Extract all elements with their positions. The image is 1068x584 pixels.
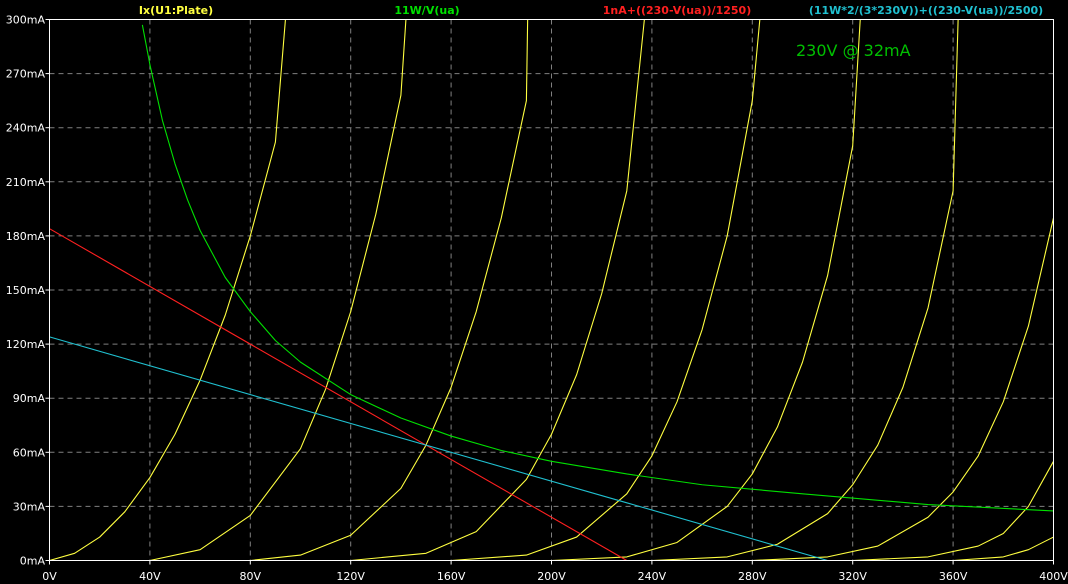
grid-lines (49, 19, 1054, 561)
x-tick-label: 40V (139, 570, 161, 583)
x-tick-label: 160V (437, 570, 466, 583)
x-tick-label: 400V (1039, 570, 1068, 583)
legend-label: 1nA+((230-V(ua))/1250) (603, 4, 752, 17)
y-tick-label: 180mA (6, 230, 46, 243)
series-line-11 (49, 228, 628, 561)
x-tick-label: 200V (537, 570, 566, 583)
y-tick-label: 210mA (6, 176, 46, 189)
y-tick-label: 0mA (20, 555, 46, 568)
y-tick-label: 270mA (6, 68, 46, 81)
x-tick-label: 80V (240, 570, 262, 583)
x-tick-label: 320V (838, 570, 867, 583)
series-line-4 (451, 19, 761, 562)
y-tick-label: 90mA (13, 392, 46, 405)
y-tick-label: 120mA (6, 338, 46, 351)
legend-label: (11W*2/(3*230V))+((230-V(ua))/2500) (809, 4, 1043, 17)
y-tick-label: 60mA (13, 446, 46, 459)
x-tick-label: 280V (738, 570, 767, 583)
y-tick-label: 150mA (6, 284, 46, 297)
y-tick-label: 240mA (6, 122, 46, 135)
y-tick-label: 300mA (6, 14, 46, 27)
x-tick-label: 120V (336, 570, 365, 583)
legend-label: Ix(U1:Plate) (139, 4, 213, 17)
axis-tick-labels: 0V 40V 80V 120V 160V 200V 240V 280V 320V 360V 400V… (6, 14, 1068, 584)
series-line-5 (551, 19, 861, 562)
x-tick-label: 0V (42, 570, 57, 583)
legend-label: 11W/V(ua) (394, 4, 459, 17)
y-tick-label: 30mA (13, 500, 46, 513)
x-tick-label: 360V (939, 570, 968, 583)
operating-point-annotation: 230V @ 32mA (796, 41, 911, 60)
axis-ticks (45, 19, 1054, 565)
plot-area: 0V 40V 80V 120V 160V 200V 240V 280V 320V 360V 400V… (0, 0, 1068, 584)
x-tick-label: 240V (638, 570, 667, 583)
legend: Ix(U1:Plate) 11W/V(ua) 1nA+((230-V(ua))/12… (139, 4, 1043, 17)
